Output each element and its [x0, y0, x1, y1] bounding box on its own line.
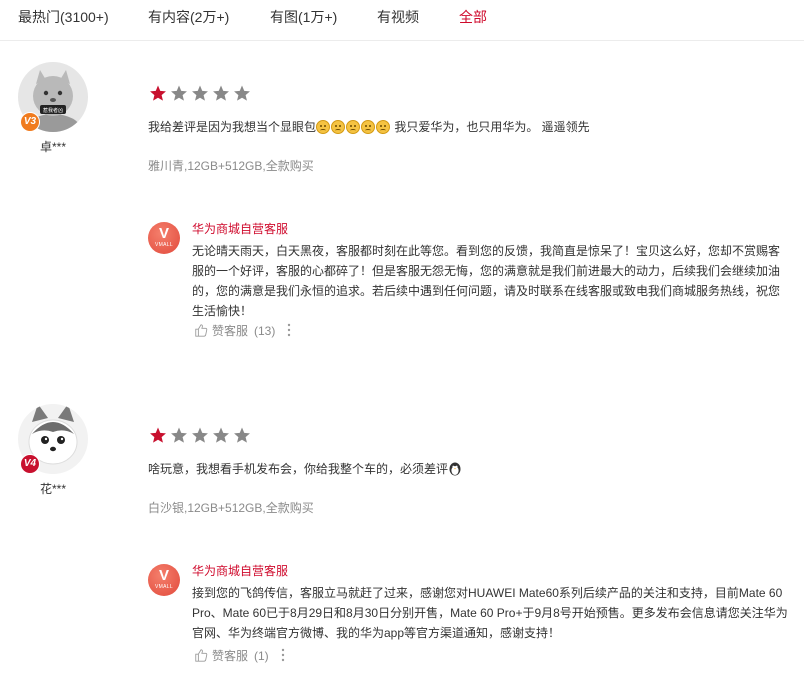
- reviewer-avatar-container: V4: [18, 404, 88, 474]
- review-content: 啥玩意，我想看手机发布会，你给我整个车的，必须差评: [148, 460, 462, 478]
- tab-with-video[interactable]: 有视频: [377, 7, 419, 27]
- worried-face-icon: [316, 120, 331, 134]
- star-rating: [149, 84, 254, 102]
- star-empty-icon: [170, 84, 191, 102]
- reply-text: 接到您的飞鸽传信，客服立马就赶了过来，感谢您对HUAWEI Mate60系列后续…: [192, 586, 788, 640]
- like-reply-button[interactable]: 赞客服 (1): [194, 649, 269, 663]
- worried-face-icon: [331, 120, 346, 134]
- like-count: (1): [254, 649, 269, 663]
- star-empty-icon: [191, 426, 212, 444]
- reply-author-name[interactable]: 华为商城自营客服: [192, 220, 288, 238]
- star-empty-icon: [212, 84, 233, 102]
- review-text-before: 我给差评是因为我想当个显眼包: [148, 120, 317, 134]
- review-content: 我给差评是因为我想当个显眼包 我只爱华为，也只用华为。 遥遥领先: [148, 118, 590, 136]
- reply-author-name[interactable]: 华为商城自营客服: [192, 562, 288, 580]
- star-empty-icon: [233, 426, 254, 444]
- star-empty-icon: [170, 426, 191, 444]
- like-label: 赞客服: [212, 324, 249, 338]
- reviewer-name: 卓***: [39, 140, 66, 154]
- like-reply-button[interactable]: 赞客服 (13): [194, 324, 275, 338]
- worried-face-icon: [346, 120, 361, 134]
- tab-all[interactable]: 全部: [459, 7, 487, 27]
- review-text-after: 我只爱华为，也只用华为。 遥遥领先: [391, 120, 590, 134]
- purchase-spec: 雅川青,12GB+512GB,全款购买: [148, 159, 314, 173]
- like-count: (13): [254, 324, 276, 338]
- tab-with-content[interactable]: 有内容(2万+): [148, 7, 229, 27]
- star-empty-icon: [212, 426, 233, 444]
- vmall-logo-icon: V VMALL: [148, 564, 180, 596]
- worried-face-icon: [361, 120, 376, 134]
- star-empty-icon: [233, 84, 254, 102]
- tab-with-images[interactable]: 有图(1万+): [270, 7, 337, 27]
- star-filled-icon: [149, 84, 170, 102]
- more-options-icon[interactable]: [281, 648, 285, 662]
- star-empty-icon: [191, 84, 212, 102]
- reply-actions: 赞客服 (1): [194, 647, 285, 665]
- thumbs-up-icon: [195, 324, 208, 337]
- review-text: 啥玩意，我想看手机发布会，你给我整个车的，必须差评: [148, 462, 449, 476]
- worried-face-icon: [376, 120, 391, 134]
- more-options-icon[interactable]: [287, 323, 291, 337]
- reviewer-avatar-container: 惹我者凶 V3: [18, 62, 88, 132]
- star-filled-icon: [149, 426, 170, 444]
- avatar-badge-text: 惹我者凶: [43, 107, 63, 114]
- review-filter-tabs: 最热门(3100+) 有内容(2万+) 有图(1万+) 有视频 全部: [0, 0, 804, 41]
- thumbs-up-icon: [195, 649, 208, 662]
- user-level-badge: V4: [20, 454, 40, 474]
- vmall-logo-icon: V VMALL: [148, 222, 180, 254]
- reviewer-name: 花***: [39, 482, 66, 496]
- like-label: 赞客服: [212, 649, 249, 663]
- reply-text: 无论晴天雨天，白天黑夜，客服都时刻在此等您。看到您的反馈，我简直是惊呆了！宝贝这…: [192, 244, 781, 318]
- user-level-badge: V3: [20, 112, 40, 132]
- star-rating: [149, 426, 254, 444]
- purchase-spec: 白沙银,12GB+512GB,全款购买: [148, 501, 314, 515]
- tab-most-popular[interactable]: 最热门(3100+): [18, 7, 109, 27]
- reply-actions: 赞客服 (13): [194, 322, 291, 340]
- penguin-icon: [449, 462, 461, 476]
